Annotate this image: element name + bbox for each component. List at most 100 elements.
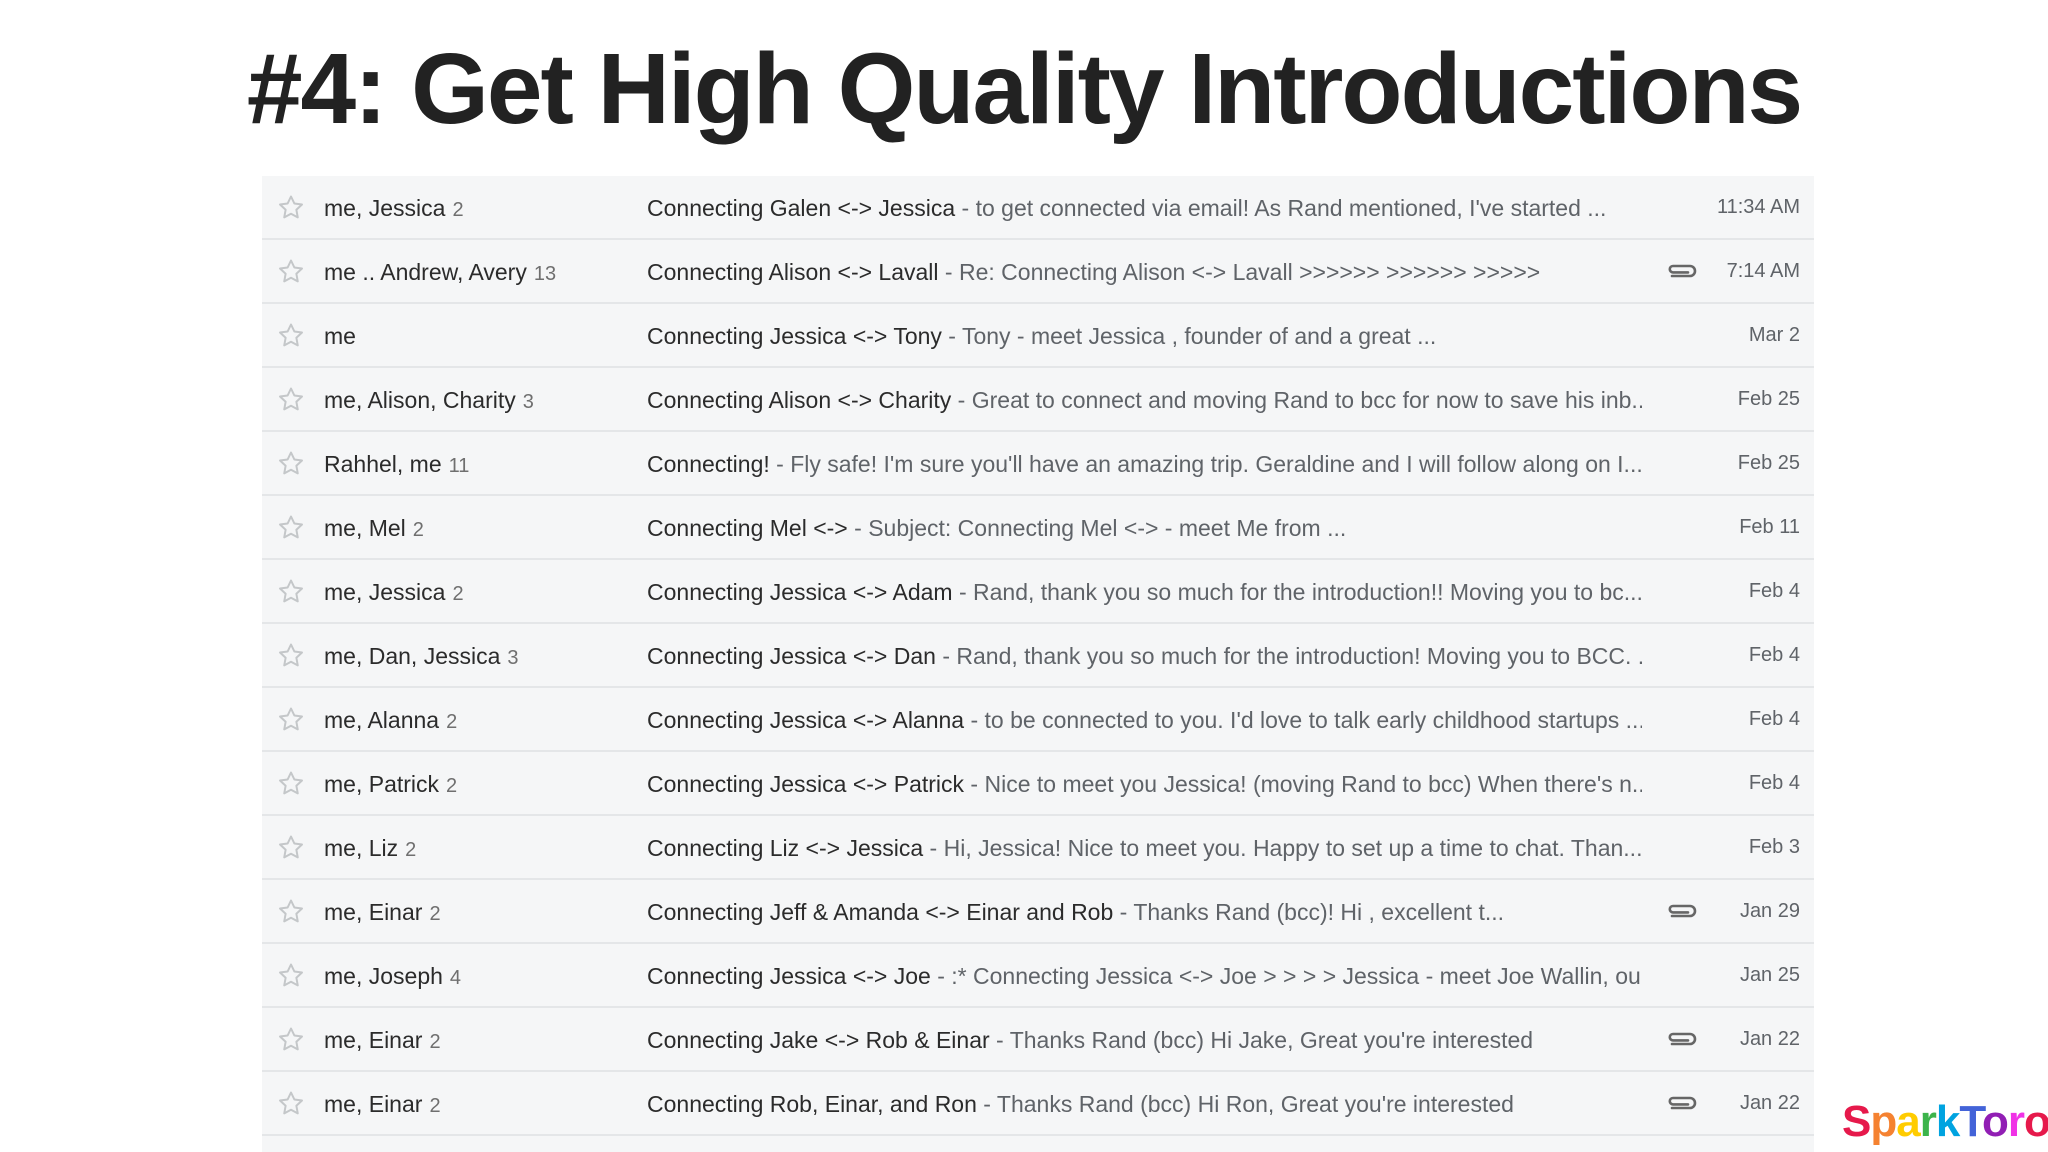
- email-subject: Connecting Rob, Einar, and Ron: [647, 1091, 977, 1117]
- email-date: Jan 22: [1739, 1028, 1800, 1050]
- email-sender: Rahhel, me 11: [324, 451, 624, 478]
- email-sender: me .. Andrew, Avery 13: [324, 259, 624, 286]
- star-icon[interactable]: [276, 577, 306, 607]
- paperclip-icon: [1664, 900, 1698, 924]
- email-message: Connecting! - Fly safe! I'm sure you'll …: [647, 451, 1642, 478]
- email-sender: me, Einar 2: [324, 1091, 624, 1118]
- email-row[interactable]: me, Einar 2 Connecting Jake <-> Rob & Eina…: [262, 1008, 1814, 1072]
- email-message: Connecting Galen <-> Jessica - to get co…: [647, 195, 1642, 222]
- star-icon[interactable]: [276, 193, 306, 223]
- email-snippet: Great to connect and moving Rand to bcc …: [971, 387, 1642, 413]
- subject-separator: -: [935, 643, 957, 669]
- subject-separator: -: [976, 1091, 997, 1117]
- email-date: Jan 29: [1739, 900, 1800, 922]
- email-row[interactable]: me, Dan, Jessica 3 Connecting Jessica <-> …: [262, 624, 1814, 688]
- subject-separator: -: [941, 323, 962, 349]
- email-sender: me, Einar 2: [324, 899, 624, 926]
- star-icon[interactable]: [276, 641, 306, 671]
- email-message: Connecting Alison <-> Lavall - Re: Conne…: [647, 259, 1642, 286]
- subject-separator: -: [989, 1027, 1010, 1053]
- email-date: Feb 25: [1737, 388, 1800, 410]
- paperclip-icon: [1664, 260, 1698, 284]
- sender-names: me, Joseph: [324, 963, 443, 989]
- email-message: Connecting Jessica <-> Patrick - Nice to…: [647, 771, 1642, 798]
- sender-names: me, Alison, Charity: [324, 387, 516, 413]
- logo-letter: p: [1870, 1097, 1897, 1146]
- logo-letter: S: [1842, 1097, 1871, 1146]
- email-subject: Connecting Alison <-> Charity: [647, 387, 952, 413]
- star-icon[interactable]: [276, 257, 306, 287]
- star-icon[interactable]: [276, 769, 306, 799]
- subject-separator: -: [769, 451, 791, 477]
- email-row[interactable]: me, Mel 2 Connecting Mel <-> - Subject: Co…: [262, 496, 1814, 560]
- email-sender: me, Jessica 2: [324, 195, 624, 222]
- thread-count: 2: [452, 199, 464, 221]
- email-row[interactable]: me, Alanna 2 Connecting Jessica <-> Alanna…: [262, 688, 1814, 752]
- email-sender: me: [324, 323, 624, 350]
- email-sender: me, Dan, Jessica 3: [324, 643, 624, 670]
- email-row[interactable]: me .. Andrew, Avery 13 Connecting Alison <…: [262, 240, 1814, 304]
- thread-count: 2: [452, 583, 464, 605]
- email-row[interactable]: me, Liz 2 Connecting Liz <-> Jessica - Hi,…: [262, 816, 1814, 880]
- logo-letter: r: [2007, 1097, 2025, 1146]
- email-row[interactable]: me, Jessica 2 Connecting Jessica <-> Adam …: [262, 560, 1814, 624]
- email-subject: Connecting Liz <-> Jessica: [647, 835, 924, 861]
- email-date: Feb 4: [1748, 644, 1800, 666]
- subject-separator: -: [847, 515, 869, 541]
- logo-letter: T: [1959, 1097, 1983, 1146]
- star-icon[interactable]: [276, 385, 306, 415]
- email-row[interactable]: me, Alison, Charity 3 Connecting Alison <-…: [262, 368, 1814, 432]
- email-message: Connecting Jessica <-> Alanna - to be co…: [647, 707, 1642, 734]
- star-icon[interactable]: [276, 1025, 306, 1055]
- email-message: Connecting Jessica <-> Joe - :* Connecti…: [647, 963, 1642, 990]
- email-date: Feb 4: [1748, 580, 1800, 602]
- star-icon[interactable]: [276, 449, 306, 479]
- email-row[interactable]: me, Patrick 2 Connecting Jessica <-> Patri…: [262, 752, 1814, 816]
- email-date: Mar 2: [1748, 324, 1800, 346]
- subject-separator: -: [938, 259, 959, 285]
- email-message: Connecting Jessica <-> Tony - Tony - mee…: [647, 323, 1642, 350]
- paperclip-icon: [1664, 1092, 1698, 1116]
- email-row[interactable]: me, Jessica 2 Connecting Galen <-> Jessica…: [262, 176, 1814, 240]
- sender-names: me, Alanna: [324, 707, 440, 733]
- subject-separator: -: [923, 835, 944, 861]
- email-subject: Connecting!: [647, 451, 770, 477]
- email-message: Connecting Alison <-> Charity - Great to…: [647, 387, 1642, 414]
- email-row[interactable]: me, Einar 2 Connecting Rob, Einar, and Ron…: [262, 1072, 1814, 1136]
- email-snippet: Hi, Jessica! Nice to meet you. Happy to …: [943, 835, 1642, 861]
- subject-separator: -: [930, 963, 952, 989]
- email-sender: me, Jessica 2: [324, 579, 624, 606]
- email-snippet: Tony - meet Jessica , founder of and a g…: [961, 323, 1437, 349]
- email-row[interactable]: me, Einar 2 Connecting Jeff & Amanda <-> E…: [262, 880, 1814, 944]
- email-sender: me, Liz 2: [324, 835, 624, 862]
- email-message: Connecting Mel <-> - Subject: Connecting…: [647, 515, 1642, 542]
- star-icon[interactable]: [276, 961, 306, 991]
- email-subject: Connecting Mel <->: [647, 515, 848, 541]
- email-snippet: Rand, thank you so much for the introduc…: [956, 643, 1642, 669]
- email-date: 11:34 AM: [1716, 196, 1800, 218]
- star-icon[interactable]: [276, 1089, 306, 1119]
- subject-separator: -: [952, 579, 974, 605]
- subject-separator: -: [964, 707, 985, 733]
- email-snippet: to get connected via email! As Rand ment…: [975, 195, 1607, 221]
- star-icon[interactable]: [276, 897, 306, 927]
- sender-names: me .. Andrew, Avery: [324, 259, 527, 285]
- star-icon[interactable]: [276, 705, 306, 735]
- email-row[interactable]: Rahhel, me 11 Connecting! - Fly safe! I'm …: [262, 432, 1814, 496]
- email-subject: Connecting Jessica <-> Patrick: [647, 771, 965, 797]
- email-message: Connecting Jake <-> Rob & Einar - Thanks…: [647, 1027, 1642, 1054]
- thread-count: 2: [446, 775, 458, 797]
- email-subject: Connecting Jeff & Amanda <-> Einar and R…: [647, 899, 1114, 925]
- email-subject: Connecting Jessica <-> Adam: [647, 579, 953, 605]
- email-sender: me, Alanna 2: [324, 707, 624, 734]
- email-message: Connecting Liz <-> Jessica - Hi, Jessica…: [647, 835, 1642, 862]
- email-row[interactable]: me Connecting Jessica <-> Tony - Tony - m…: [262, 304, 1814, 368]
- star-icon[interactable]: [276, 513, 306, 543]
- star-icon[interactable]: [276, 321, 306, 351]
- email-sender: me, Mel 2: [324, 515, 624, 542]
- email-row[interactable]: me, Joseph 4 Connecting Jessica <-> Joe - …: [262, 944, 1814, 1008]
- email-subject: Connecting Galen <-> Jessica: [647, 195, 956, 221]
- subject-separator: -: [955, 195, 976, 221]
- star-icon[interactable]: [276, 833, 306, 863]
- sender-names: me, Patrick: [324, 771, 440, 797]
